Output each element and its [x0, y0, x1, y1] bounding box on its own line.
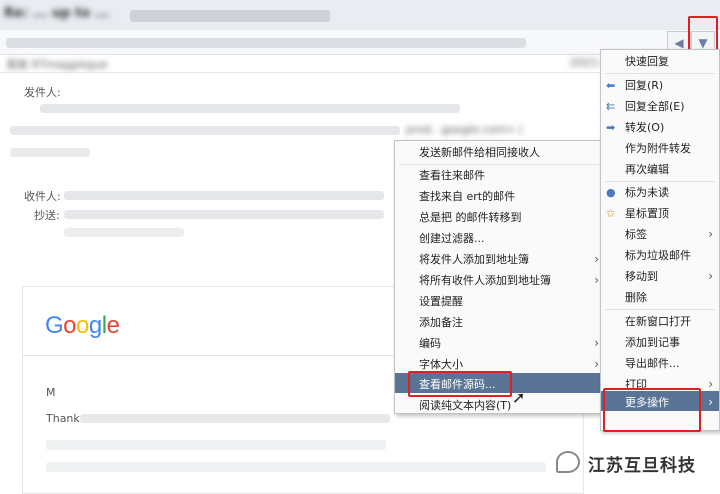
menu-label: 星标置顶: [625, 207, 669, 220]
menu-separator: [605, 73, 715, 74]
submenu-item-view-thread[interactable]: 查看往来邮件: [395, 165, 605, 186]
from-line: 发给 97maggiegue: [6, 58, 108, 71]
menu-item-forward[interactable]: ➡ 转发(O): [601, 117, 719, 138]
sender-label: 发件人:: [24, 86, 61, 99]
submenu-item-add-all-recipients[interactable]: 将所有收件人添加到地址簿 ›: [395, 270, 605, 291]
menu-label: 标为未读: [625, 186, 669, 199]
submenu-item-add-note[interactable]: 添加备注: [395, 312, 605, 333]
menu-label: 将发件人添加到地址簿: [419, 253, 529, 266]
chevron-right-icon: ›: [708, 395, 713, 409]
menu-item-export[interactable]: 导出邮件...: [601, 353, 719, 374]
mouse-cursor-icon: ➚: [512, 388, 526, 407]
menu-label: 标为垃圾邮件: [625, 249, 691, 262]
redacted-title: [130, 10, 330, 22]
chevron-right-icon: ›: [594, 252, 599, 266]
menu-label: 快速回复: [625, 55, 669, 68]
menu-label: 总是把 的邮件转移到: [419, 211, 522, 224]
menu-label: 发送新邮件给相同接收人: [419, 146, 540, 159]
menu-label: 回复全部(E): [625, 100, 685, 113]
menu-label: 在新窗口打开: [625, 315, 691, 328]
watermark: 江苏互旦科技: [556, 448, 716, 478]
menu-item-forward-attachment[interactable]: 作为附件转发: [601, 138, 719, 159]
chevron-right-icon: ›: [594, 357, 599, 371]
menu-label: 设置提醒: [419, 295, 463, 308]
menu-label: 回复(R): [625, 79, 664, 92]
menu-item-reply-all[interactable]: ⇇ 回复全部(E): [601, 96, 719, 117]
divider: [0, 72, 600, 73]
menu-label: 创建过滤器...: [419, 232, 485, 245]
menu-label: 作为附件转发: [625, 142, 691, 155]
menu-item-tags[interactable]: 标签 ›: [601, 224, 719, 245]
menu-item-delete[interactable]: 删除: [601, 287, 719, 308]
redacted-sender-2: [10, 126, 400, 135]
redacted-subject: [6, 38, 526, 48]
menu-label: 导出邮件...: [625, 357, 680, 370]
chevron-right-icon: ›: [594, 273, 599, 287]
annotation-box-view-source: [408, 371, 512, 397]
submenu-item-find-from[interactable]: 查找来自 ert的邮件: [395, 186, 605, 207]
reply-icon: ⬅: [606, 79, 616, 92]
menu-label: 查看往来邮件: [419, 169, 485, 182]
menu-label: 添加备注: [419, 316, 463, 329]
recipient-label: 收件人:: [24, 190, 61, 203]
body-thanks: Thank: [46, 412, 80, 425]
sender-address: prod. .google.com> (: [406, 123, 523, 136]
google-logo: Google: [45, 312, 120, 339]
annotation-box-more-actions: [603, 388, 701, 432]
submenu-item-encoding[interactable]: 编码 ›: [395, 333, 605, 354]
submenu-item-create-filter[interactable]: 创建过滤器...: [395, 228, 605, 249]
cc-label: 抄送:: [34, 209, 60, 222]
redacted-body-3: [46, 462, 546, 472]
redacted-sender-3: [10, 148, 90, 157]
menu-item-star-pin[interactable]: ✩ 星标置顶: [601, 203, 719, 224]
submenu-item-add-sender[interactable]: 将发件人添加到地址簿 ›: [395, 249, 605, 270]
menu-label: 阅读纯文本内容(T): [419, 399, 512, 412]
menu-label: 添加到记事: [625, 336, 680, 349]
message-actions-menu: 快速回复 ⬅ 回复(R) ⇇ 回复全部(E) ➡ 转发(O) 作为附件转发 再次编辑 …: [600, 49, 720, 431]
submenu-item-always-move[interactable]: 总是把 的邮件转移到: [395, 207, 605, 228]
redacted-sender-1: [40, 104, 460, 113]
menu-item-mark-unread[interactable]: ● 标为未读: [601, 182, 719, 203]
body-greeting: M: [46, 386, 56, 399]
menu-item-add-to-notes[interactable]: 添加到记事: [601, 332, 719, 353]
chevron-right-icon: ›: [708, 269, 713, 283]
submenu-item-send-new[interactable]: 发送新邮件给相同接收人: [395, 142, 605, 163]
message-date: 2021-: [570, 56, 602, 69]
submenu-item-set-reminder[interactable]: 设置提醒: [395, 291, 605, 312]
redacted-cc: [64, 210, 384, 219]
menu-item-reply[interactable]: ⬅ 回复(R): [601, 75, 719, 96]
chevron-right-icon: ›: [708, 227, 713, 241]
unread-dot-icon: ●: [606, 186, 616, 199]
menu-label: 编码: [419, 337, 441, 350]
menu-item-open-new-window[interactable]: 在新窗口打开: [601, 311, 719, 332]
menu-label: 再次编辑: [625, 163, 669, 176]
menu-item-mark-spam[interactable]: 标为垃圾邮件: [601, 245, 719, 266]
menu-label: 移动到: [625, 270, 658, 283]
watermark-text: 江苏互旦科技: [588, 456, 696, 476]
menu-separator: [605, 309, 715, 310]
redacted-recipient: [64, 191, 384, 200]
reply-arrow-icon: ◀: [674, 36, 684, 50]
menu-item-quick-reply[interactable]: 快速回复: [601, 51, 719, 72]
chevron-right-icon: ›: [594, 336, 599, 350]
menu-label: 将所有收件人添加到地址簿: [419, 274, 551, 287]
redacted-body-1: [80, 414, 390, 423]
menu-label: 标签: [625, 228, 647, 241]
menu-item-move-to[interactable]: 移动到 ›: [601, 266, 719, 287]
redacted-body-2: [46, 440, 386, 450]
reply-all-icon: ⇇: [606, 100, 616, 113]
menu-label: 删除: [625, 291, 647, 304]
menu-item-edit-again[interactable]: 再次编辑: [601, 159, 719, 180]
wechat-logo-icon: [556, 451, 580, 473]
forward-icon: ➡: [606, 121, 616, 134]
submenu-item-read-plain-text[interactable]: 阅读纯文本内容(T): [395, 395, 605, 416]
menu-label: 转发(O): [625, 121, 665, 134]
redacted-cc-2: [64, 228, 184, 237]
message-title: Re: ... up to ...: [4, 6, 110, 21]
star-icon: ✩: [606, 207, 616, 220]
menu-label: 查找来自 ert的邮件: [419, 190, 516, 203]
